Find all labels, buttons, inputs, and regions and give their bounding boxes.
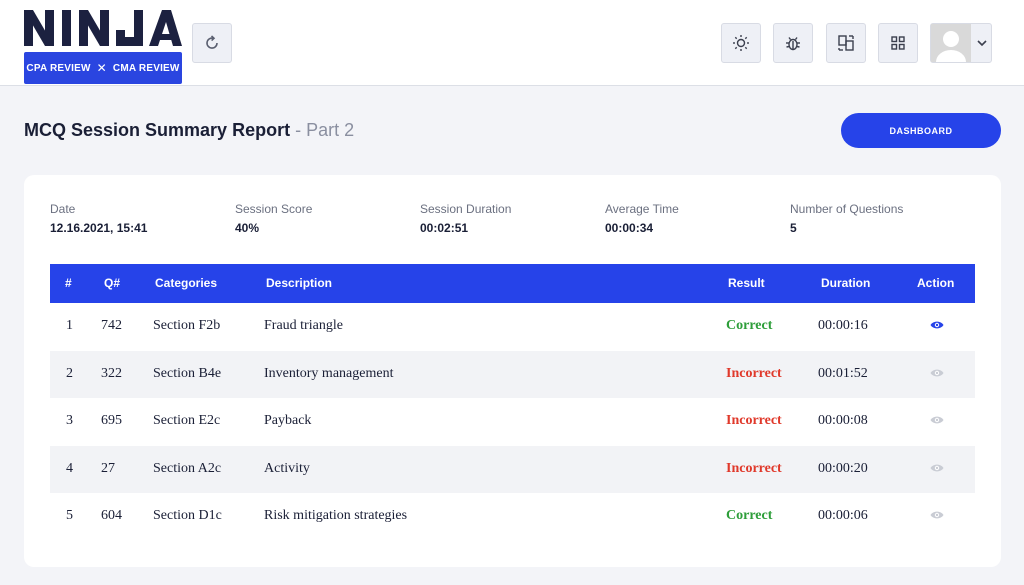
cell-result: Incorrect xyxy=(726,460,782,476)
stat-label: Session Duration xyxy=(420,202,512,216)
stat-number-of-questions: Number of Questions 5 xyxy=(790,202,903,235)
compare-button[interactable] xyxy=(826,23,866,63)
page-title-separator: - xyxy=(290,120,307,140)
stat-value: 40% xyxy=(235,221,260,235)
table-header: # Q# Categories Description Result Durat… xyxy=(50,264,975,303)
refresh-button[interactable] xyxy=(192,23,232,63)
cell-number: 4 xyxy=(66,460,73,476)
cell-description: Risk mitigation strategies xyxy=(264,508,408,523)
cell-number: 5 xyxy=(66,508,73,523)
grid-icon xyxy=(891,36,905,50)
stat-session-duration: Session Duration 00:02:51 xyxy=(420,202,511,235)
cell-duration: 00:00:08 xyxy=(818,413,868,428)
page-subtitle: Part 2 xyxy=(306,120,355,140)
page-title-main: MCQ Session Summary Report xyxy=(24,120,291,140)
badge-cpa-label: CPA REVIEW xyxy=(26,62,91,74)
header-result: Result xyxy=(728,276,765,290)
stat-label: Average Time xyxy=(605,202,679,216)
questions-table: # Q# Categories Description Result Durat… xyxy=(50,264,975,541)
cell-question-id: 742 xyxy=(101,318,122,333)
cell-description: Payback xyxy=(264,413,312,428)
cell-question-id: 695 xyxy=(101,413,122,428)
theme-toggle-button[interactable] xyxy=(721,23,761,63)
table-row: 1 742 Section F2b Fraud triangle Correct 00:0… xyxy=(50,303,975,351)
logo-badge: CPA REVIEW ✕ CMA REVIEW xyxy=(24,52,182,84)
header-question-id: Q# xyxy=(104,276,121,290)
stat-value: 5 xyxy=(790,221,797,235)
stat-value: 00:00:34 xyxy=(605,221,654,235)
summary-card: Date 12.16.2021, 15:41 Session Score 40%… xyxy=(24,175,1001,567)
cell-duration: 00:00:16 xyxy=(818,318,868,333)
table-body: 1 742 Section F2b Fraud triangle Correct 00:0… xyxy=(50,303,975,541)
table-row: 3 695 Section E2c Payback Incorrect 00:00:08 xyxy=(50,398,975,446)
header-categories: Categories xyxy=(155,276,218,290)
cell-number: 1 xyxy=(66,318,73,333)
cell-question-id: 604 xyxy=(101,508,122,523)
stat-label: Session Score xyxy=(235,202,313,216)
apps-grid-button[interactable] xyxy=(878,23,918,63)
compare-icon xyxy=(838,35,854,51)
top-header: CPA REVIEW ✕ CMA REVIEW xyxy=(0,0,1024,86)
table-row: 2 322 Section B4e Inventory management Incor… xyxy=(50,350,975,398)
stat-value: 12.16.2021, 15:41 xyxy=(50,221,148,235)
report-bug-button[interactable] xyxy=(773,23,813,63)
ninja-logo-wordmark xyxy=(24,10,182,46)
header-number: # xyxy=(65,276,72,290)
ninja-star-icon: ✕ xyxy=(96,61,107,75)
cell-category: Section D1c xyxy=(153,508,222,523)
cell-category: Section B4e xyxy=(153,365,222,381)
ninja-logo[interactable]: CPA REVIEW ✕ CMA REVIEW xyxy=(24,8,184,84)
view-eye-icon[interactable] xyxy=(930,368,944,378)
badge-cma-label: CMA REVIEW xyxy=(112,62,180,74)
dashboard-button[interactable]: DASHBOARD xyxy=(841,113,1001,148)
stat-value: 00:02:51 xyxy=(420,221,469,235)
stat-label: Number of Questions xyxy=(790,202,904,216)
cell-description: Inventory management xyxy=(264,365,394,381)
table-row: 5 604 Section D1c Risk mitigation strategie… xyxy=(50,493,975,541)
user-menu[interactable] xyxy=(930,23,992,63)
cell-result: Correct xyxy=(726,318,773,333)
avatar xyxy=(931,24,971,62)
user-silhouette-icon xyxy=(936,31,966,62)
sun-icon xyxy=(733,35,749,51)
cell-category: Section E2c xyxy=(153,413,221,428)
cell-description: Fraud triangle xyxy=(264,318,343,333)
stat-session-score: Session Score 40% xyxy=(235,202,312,235)
bug-icon xyxy=(786,37,800,51)
page-title: MCQ Session Summary Report - Part 2 xyxy=(24,120,354,141)
cell-number: 2 xyxy=(66,365,73,381)
cell-duration: 00:00:06 xyxy=(818,508,868,523)
table-row: 4 27 Section A2c Activity Incorrect 00:00:20 xyxy=(50,445,975,493)
stat-average-time: Average Time 00:00:34 xyxy=(605,202,679,235)
cell-description: Activity xyxy=(264,460,310,476)
stat-date: Date 12.16.2021, 15:41 xyxy=(50,202,147,235)
refresh-icon xyxy=(206,35,218,49)
cell-category: Section A2c xyxy=(153,460,222,476)
cell-category: Section F2b xyxy=(153,318,221,333)
cell-duration: 00:01:52 xyxy=(818,365,868,381)
stat-label: Date xyxy=(50,202,76,216)
header-description: Description xyxy=(266,276,333,290)
header-duration: Duration xyxy=(821,276,871,290)
cell-question-id: 27 xyxy=(101,460,115,476)
cell-result: Correct xyxy=(726,508,773,523)
view-eye-icon[interactable] xyxy=(930,510,944,520)
cell-result: Incorrect xyxy=(726,413,782,428)
cell-result: Incorrect xyxy=(726,365,782,381)
cell-duration: 00:00:20 xyxy=(818,460,868,476)
view-eye-icon[interactable] xyxy=(930,415,944,425)
cell-question-id: 322 xyxy=(101,365,122,381)
header-action: Action xyxy=(917,276,955,290)
chevron-down-icon xyxy=(977,40,987,47)
view-eye-icon[interactable] xyxy=(930,320,944,330)
view-eye-icon[interactable] xyxy=(930,463,944,473)
cell-number: 3 xyxy=(66,413,73,428)
